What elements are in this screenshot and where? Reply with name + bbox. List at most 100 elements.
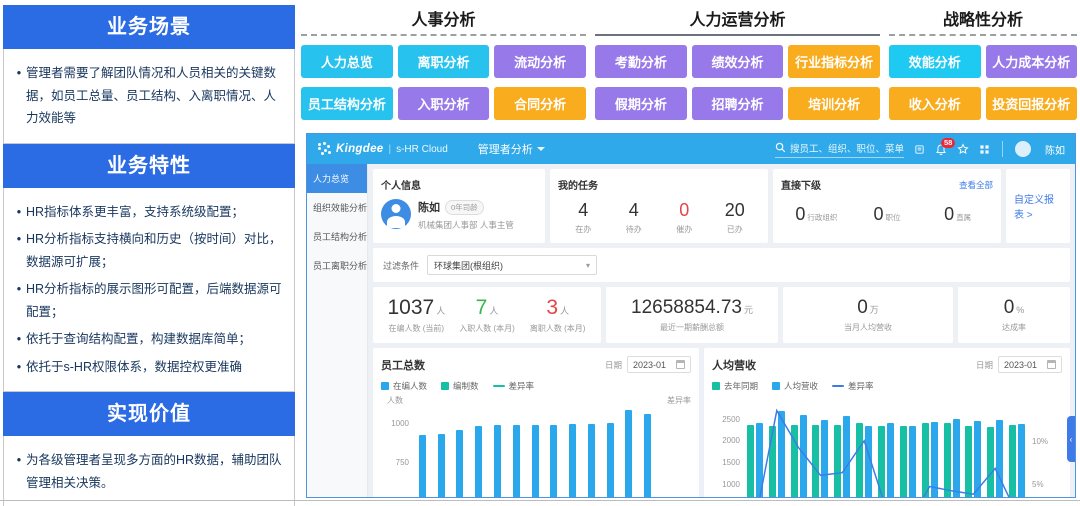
- bullet-item: •HR分析指标的展示图形可配置，后端数据源可配置；: [12, 278, 284, 323]
- row-metrics: 1037人 在编人数 (当前) 7人 入职人数 (本月) 3人 离职人数 (本月…: [373, 287, 1070, 343]
- dashboard-nav-item[interactable]: 员工离职分析: [307, 251, 367, 280]
- calendar-icon: [1047, 360, 1056, 369]
- category-group-personnel: 人事分析 人力总览离职分析流动分析员工结构分析入职分析合同分析: [301, 6, 586, 120]
- chart-bar: [769, 426, 776, 498]
- collapse-handle[interactable]: ‹: [1067, 416, 1075, 462]
- global-search-input[interactable]: 搜员工、组织、职位、菜单: [775, 141, 904, 158]
- analysis-button[interactable]: 培训分析: [788, 87, 880, 120]
- achievement-rate-card: 0% 达成率: [958, 287, 1070, 343]
- analysis-button[interactable]: 离职分析: [398, 45, 490, 78]
- chart-bar: [996, 420, 1003, 498]
- analysis-button[interactable]: 人力成本分析: [986, 45, 1078, 78]
- legend-item[interactable]: 差异率: [832, 380, 874, 392]
- legend-item[interactable]: 差异率: [493, 380, 535, 392]
- row-charts: 员工总数 日期 2023-01 在编人数 编制数 差异率 人数 差异率 100075…: [373, 348, 1070, 498]
- apps-grid-icon[interactable]: [979, 144, 990, 155]
- headcount-metric: 3人 离职人数 (本月): [522, 296, 593, 334]
- dashboard-nav-item[interactable]: 员工结构分析: [307, 222, 367, 251]
- bullet-item: •管理者需要了解团队情况和人员相关的关键数据，如员工总量、员工结构、入离职情况、…: [12, 62, 284, 130]
- direct-reports-card: 直接下级 查看全部 0行政组织 0职位 0直属: [773, 169, 1001, 243]
- subordinate-stat: 0行政组织: [781, 204, 852, 225]
- chart-bar: [843, 416, 850, 498]
- chart-bar: [438, 434, 445, 498]
- filter-card: 过滤条件 环球集团(根组织) ▾: [373, 248, 1070, 282]
- tenure-badge: 0年司龄: [445, 200, 484, 215]
- analysis-button[interactable]: 入职分析: [398, 87, 490, 120]
- chart-bar: [834, 425, 841, 498]
- user-avatar[interactable]: [1015, 141, 1031, 157]
- slide: 业务场景 •管理者需要了解团队情况和人员相关的关键数据，如员工总量、员工结构、入…: [0, 0, 1080, 506]
- legend-item[interactable]: 人均营收: [772, 380, 818, 392]
- bullet-dot: •: [12, 356, 26, 379]
- category-group-strategic: 战略性分析 效能分析人力成本分析收入分析投资回报分析: [889, 6, 1077, 120]
- chart-bar: [456, 430, 463, 498]
- workbench-icon[interactable]: [914, 144, 925, 155]
- salary-total-card: 12658854.73元 最近一期薪酬总额: [606, 287, 778, 343]
- date-picker[interactable]: 日期 2023-01: [976, 356, 1062, 373]
- bullet-dot: •: [12, 449, 26, 494]
- task-stat[interactable]: 4 在办: [558, 200, 609, 235]
- bottom-rule: [0, 500, 1080, 501]
- dashboard-nav-item[interactable]: 人力总览: [307, 164, 367, 193]
- legend-item[interactable]: 去年同期: [712, 380, 758, 392]
- chart-bar: [625, 410, 632, 498]
- chart-plot: 人数 差异率 1000750500: [413, 408, 657, 498]
- chart-plot: 250020001500100010%5%: [744, 408, 1028, 498]
- custom-report-link[interactable]: 自定义报表 >: [1014, 191, 1062, 221]
- analysis-button[interactable]: 员工结构分析: [301, 87, 393, 120]
- legend-item[interactable]: 在编人数: [381, 380, 427, 392]
- kingdee-logo-icon: [317, 142, 331, 156]
- headcount-metrics-card: 1037人 在编人数 (当前) 7人 入职人数 (本月) 3人 离职人数 (本月…: [373, 287, 601, 343]
- per-capita-revenue-chart-card: 人均营收 日期 2023-01 去年同期人均营收差异率 250020001500…: [704, 348, 1070, 498]
- dashboard-nav-item[interactable]: 组织效能分析: [307, 193, 367, 222]
- category-matrix: 人事分析 人力总览离职分析流动分析员工结构分析入职分析合同分析 人力运营分析 考…: [301, 6, 1077, 120]
- category-group-operations: 人力运营分析 考勤分析绩效分析行业指标分析假期分析招聘分析培训分析: [595, 6, 880, 120]
- dashboard-screenshot: Kingdee | s-HR Cloud 管理者分析 搜员工、组织、职位、菜单: [306, 133, 1076, 498]
- task-stat[interactable]: 0 催办: [659, 200, 710, 235]
- chevron-down-icon: [537, 147, 545, 151]
- chart-bar: [1018, 424, 1025, 498]
- bullet-dot: •: [12, 62, 26, 130]
- analysis-button[interactable]: 行业指标分析: [788, 45, 880, 78]
- chart-bar: [419, 435, 426, 498]
- bullet-dot: •: [12, 201, 26, 224]
- chart-bar: [607, 423, 614, 498]
- notification-badge: 58: [941, 138, 955, 148]
- analysis-button[interactable]: 假期分析: [595, 87, 687, 120]
- analysis-button[interactable]: 绩效分析: [692, 45, 784, 78]
- task-stat[interactable]: 20 已办: [710, 200, 761, 235]
- subordinate-stat: 0职位: [852, 204, 923, 225]
- analysis-button[interactable]: 流动分析: [494, 45, 586, 78]
- task-stat[interactable]: 4 待办: [609, 200, 660, 235]
- favorites-star-icon[interactable]: [957, 143, 969, 155]
- calendar-icon: [676, 360, 685, 369]
- category-buttons: 效能分析人力成本分析收入分析投资回报分析: [889, 45, 1077, 120]
- user-name[interactable]: 陈如: [1045, 142, 1065, 157]
- category-buttons: 人力总览离职分析流动分析员工结构分析入职分析合同分析: [301, 45, 586, 120]
- date-picker[interactable]: 日期 2023-01: [605, 356, 691, 373]
- analysis-button[interactable]: 招聘分析: [692, 87, 784, 120]
- chart-bar: [475, 426, 482, 498]
- chart-title: 员工总数: [381, 357, 425, 373]
- analysis-button[interactable]: 人力总览: [301, 45, 393, 78]
- chart-bar: [987, 427, 994, 498]
- category-title: 战略性分析: [889, 6, 1077, 34]
- org-filter-select[interactable]: 环球集团(根组织) ▾: [427, 255, 597, 275]
- analysis-button[interactable]: 考勤分析: [595, 45, 687, 78]
- chart-line: [744, 408, 1028, 498]
- chart-bar: [569, 424, 576, 498]
- notifications-bell-icon[interactable]: 58: [935, 143, 947, 155]
- legend-item[interactable]: 编制数: [441, 380, 479, 392]
- analysis-button[interactable]: 合同分析: [494, 87, 586, 120]
- dashboard-content: 个人信息 陈如 0年司龄 机械集团人事部 人事主管 我的任务: [368, 164, 1075, 498]
- analysis-button[interactable]: 投资回报分析: [986, 87, 1078, 120]
- headcount-metric: 1037人 在编人数 (当前): [381, 296, 452, 334]
- chart-bar: [791, 425, 798, 498]
- analysis-button[interactable]: 收入分析: [889, 87, 981, 120]
- view-all-link[interactable]: 查看全部: [959, 179, 993, 191]
- topbar-menu-manager-analysis[interactable]: 管理者分析: [478, 141, 545, 157]
- section-body-business-scenario: •管理者需要了解团队情况和人员相关的关键数据，如员工总量、员工结构、入离职情况、…: [3, 49, 295, 144]
- chevron-down-icon: ▾: [586, 261, 590, 270]
- analysis-button[interactable]: 效能分析: [889, 45, 981, 78]
- per-capita-revenue-card: 0万 当月人均营收: [783, 287, 953, 343]
